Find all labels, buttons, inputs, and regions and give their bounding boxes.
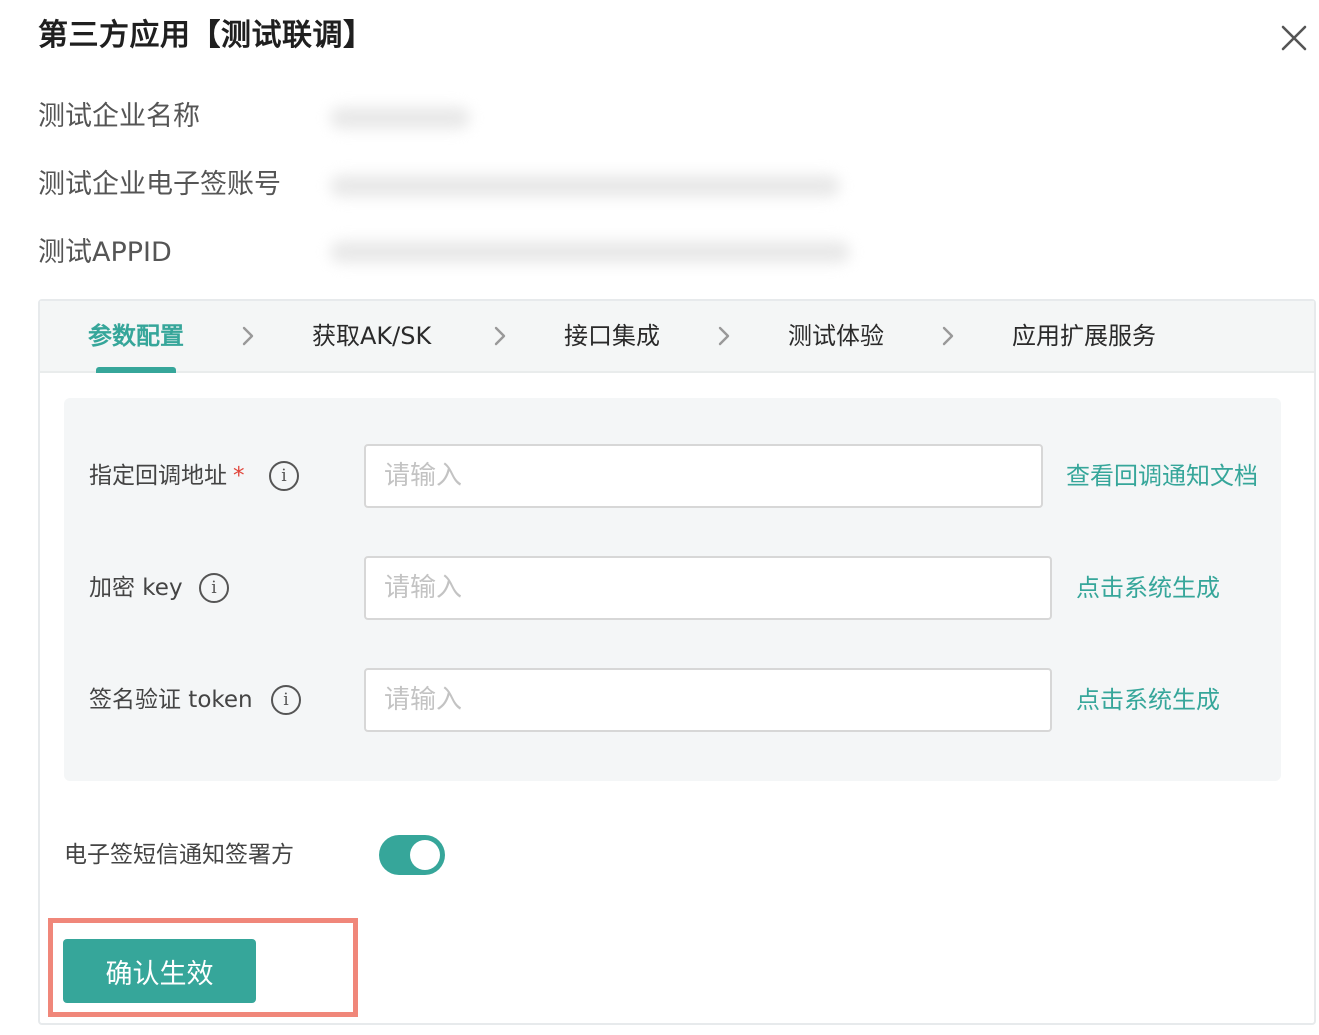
- step-get-aksk[interactable]: 获取AK/SK: [312, 319, 431, 353]
- company-name-label: 测试企业名称: [38, 101, 200, 132]
- config-panel: 参数配置 获取AK/SK 接口集成 测试体验 应用扩展服务 指定回调地址 * i…: [38, 299, 1316, 1025]
- chevron-right-icon: [941, 325, 955, 347]
- encrypt-key-label: 加密 key: [89, 575, 183, 601]
- dialog-title: 第三方应用【测试联调】: [38, 18, 374, 53]
- account-row: 测试企业电子签账号: [38, 165, 281, 205]
- required-mark: *: [233, 463, 245, 489]
- info-icon[interactable]: i: [271, 685, 301, 715]
- step-api-integration[interactable]: 接口集成: [564, 319, 660, 353]
- sign-token-input[interactable]: [364, 668, 1052, 732]
- close-icon[interactable]: [1278, 22, 1310, 54]
- active-step-indicator: [96, 367, 176, 373]
- toggle-knob: [410, 840, 440, 870]
- company-name-row: 测试企业名称: [38, 97, 200, 137]
- param-form: 指定回调地址* i 查看回调通知文档 加密 key i 点击系统生成 签名验证 …: [64, 398, 1281, 781]
- step-test-experience[interactable]: 测试体验: [788, 319, 884, 353]
- callback-label-text: 指定回调地址: [89, 463, 227, 489]
- callback-doc-link[interactable]: 查看回调通知文档: [1066, 459, 1258, 493]
- sign-token-label: 签名验证 token: [89, 687, 253, 713]
- generate-key-link[interactable]: 点击系统生成: [1076, 571, 1220, 605]
- info-icon[interactable]: i: [269, 461, 299, 491]
- sms-notify-label: 电子签短信通知签署方: [64, 842, 294, 868]
- chevron-right-icon: [241, 325, 255, 347]
- encrypt-key-input[interactable]: [364, 556, 1052, 620]
- step-app-extension[interactable]: 应用扩展服务: [1012, 319, 1156, 353]
- chevron-right-icon: [717, 325, 731, 347]
- confirm-button[interactable]: 确认生效: [63, 939, 256, 1003]
- appid-row: 测试APPID: [38, 233, 172, 273]
- appid-value-redacted: [330, 241, 850, 263]
- step-nav: 参数配置 获取AK/SK 接口集成 测试体验 应用扩展服务: [40, 301, 1314, 373]
- callback-label: 指定回调地址 *: [89, 459, 245, 493]
- generate-token-link[interactable]: 点击系统生成: [1076, 683, 1220, 717]
- info-icon[interactable]: i: [199, 573, 229, 603]
- dialog: 第三方应用【测试联调】 测试企业名称 测试企业电子签账号 测试APPID 参数配…: [0, 0, 1319, 1035]
- appid-label: 测试APPID: [38, 237, 172, 268]
- company-name-value-redacted: [330, 107, 470, 129]
- account-value-redacted: [330, 175, 840, 197]
- step-param-config[interactable]: 参数配置: [88, 319, 184, 353]
- chevron-right-icon: [493, 325, 507, 347]
- account-label: 测试企业电子签账号: [38, 169, 281, 200]
- callback-url-input[interactable]: [364, 444, 1043, 508]
- sms-notify-toggle[interactable]: [379, 835, 445, 875]
